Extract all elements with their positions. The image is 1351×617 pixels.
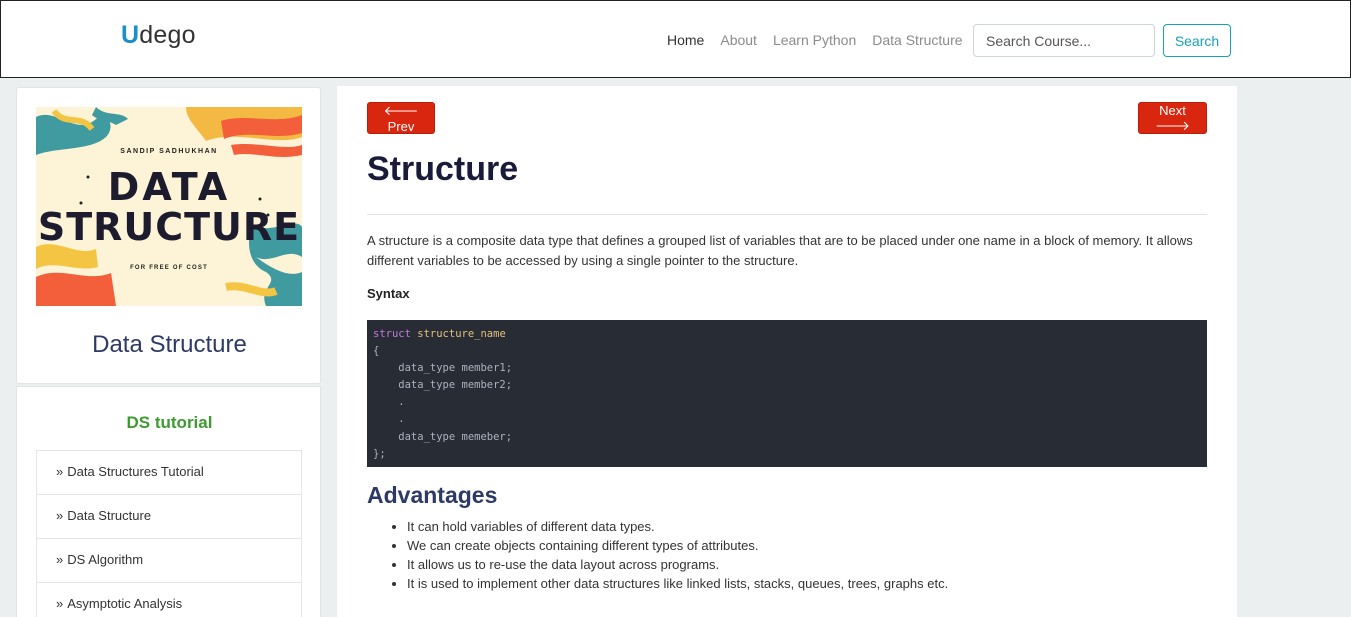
arrow-left-icon: 🡐 <box>383 103 419 118</box>
syntax-label: Syntax <box>367 286 410 301</box>
cover-author: SANDIP SADHUKHAN <box>120 148 218 155</box>
cover-tagline: FOR FREE OF COST <box>130 265 208 271</box>
page-title: Structure <box>367 150 519 188</box>
next-button[interactable]: Next 🡒 <box>1138 102 1207 134</box>
search-button[interactable]: Search <box>1163 24 1231 57</box>
search-input[interactable] <box>973 24 1155 57</box>
advantages-heading: Advantages <box>367 482 498 508</box>
cover-title-line2: STRUCTURE <box>37 205 301 249</box>
menu-heading: DS tutorial <box>126 413 213 432</box>
list-item: It is used to implement other data struc… <box>407 574 1207 593</box>
menu-item-data-structures-tutorial[interactable]: » Data Structures Tutorial <box>36 450 302 494</box>
nav-links: Home About Learn Python Data Structure <box>667 32 979 48</box>
double-chevron-right-icon: » <box>56 464 64 479</box>
menu-item-ds-algorithm[interactable]: » DS Algorithm <box>36 538 302 582</box>
code-keyword: struct <box>373 328 411 340</box>
intro-paragraph: A structure is a composite data type tha… <box>367 233 1193 268</box>
arrow-right-icon: 🡒 <box>1155 118 1190 133</box>
menu-item-asymptotic-analysis[interactable]: » Asymptotic Analysis <box>36 582 302 617</box>
brand-logo[interactable]: Udego <box>121 21 196 50</box>
code-body: { data_type member1; data_type member2; … <box>373 345 513 460</box>
top-navbar: Udego Home About Learn Python Data Struc… <box>0 0 1351 78</box>
brand-initial: U <box>121 21 140 49</box>
menu-item-label: DS Algorithm <box>67 552 144 567</box>
prev-label: Prev <box>387 119 415 134</box>
nav-link-learn-python[interactable]: Learn Python <box>773 32 856 48</box>
advantages-list: It can hold variables of different data … <box>407 517 1207 593</box>
divider <box>367 214 1207 215</box>
menu-item-label: Asymptotic Analysis <box>67 596 183 611</box>
nav-link-data-structure[interactable]: Data Structure <box>872 32 962 48</box>
code-struct-name: structure_name <box>417 328 506 340</box>
tutorial-menu: DS tutorial » Data Structures Tutorial » D… <box>16 386 321 617</box>
double-chevron-right-icon: » <box>56 508 64 523</box>
menu-item-label: Data Structures Tutorial <box>67 464 204 479</box>
brand-name: dego <box>139 21 196 49</box>
course-cover-image: SANDIP SADHUKHAN DATA STRUCTURE FOR FREE… <box>36 107 302 306</box>
course-title: Data Structure <box>92 331 247 358</box>
menu-list: » Data Structures Tutorial » Data Structur… <box>36 450 302 617</box>
article-panel: 🡐 Prev Next 🡒 Structure A structure is a… <box>337 86 1237 617</box>
menu-item-data-structure[interactable]: » Data Structure <box>36 494 302 538</box>
list-item: It can hold variables of different data … <box>407 517 1207 536</box>
double-chevron-right-icon: » <box>56 552 64 567</box>
nav-link-home[interactable]: Home <box>667 32 704 48</box>
code-block: struct structure_name { data_type member… <box>367 320 1207 467</box>
cover-title-line1: DATA <box>107 165 231 209</box>
next-label: Next <box>1159 103 1186 118</box>
list-item: We can create objects containing differe… <box>407 536 1207 555</box>
list-item: It allows us to re-use the data layout a… <box>407 555 1207 574</box>
prev-button[interactable]: 🡐 Prev <box>367 102 435 134</box>
nav-link-about[interactable]: About <box>720 32 757 48</box>
menu-item-label: Data Structure <box>67 508 152 523</box>
course-card: SANDIP SADHUKHAN DATA STRUCTURE FOR FREE… <box>16 87 321 384</box>
double-chevron-right-icon: » <box>56 596 64 611</box>
